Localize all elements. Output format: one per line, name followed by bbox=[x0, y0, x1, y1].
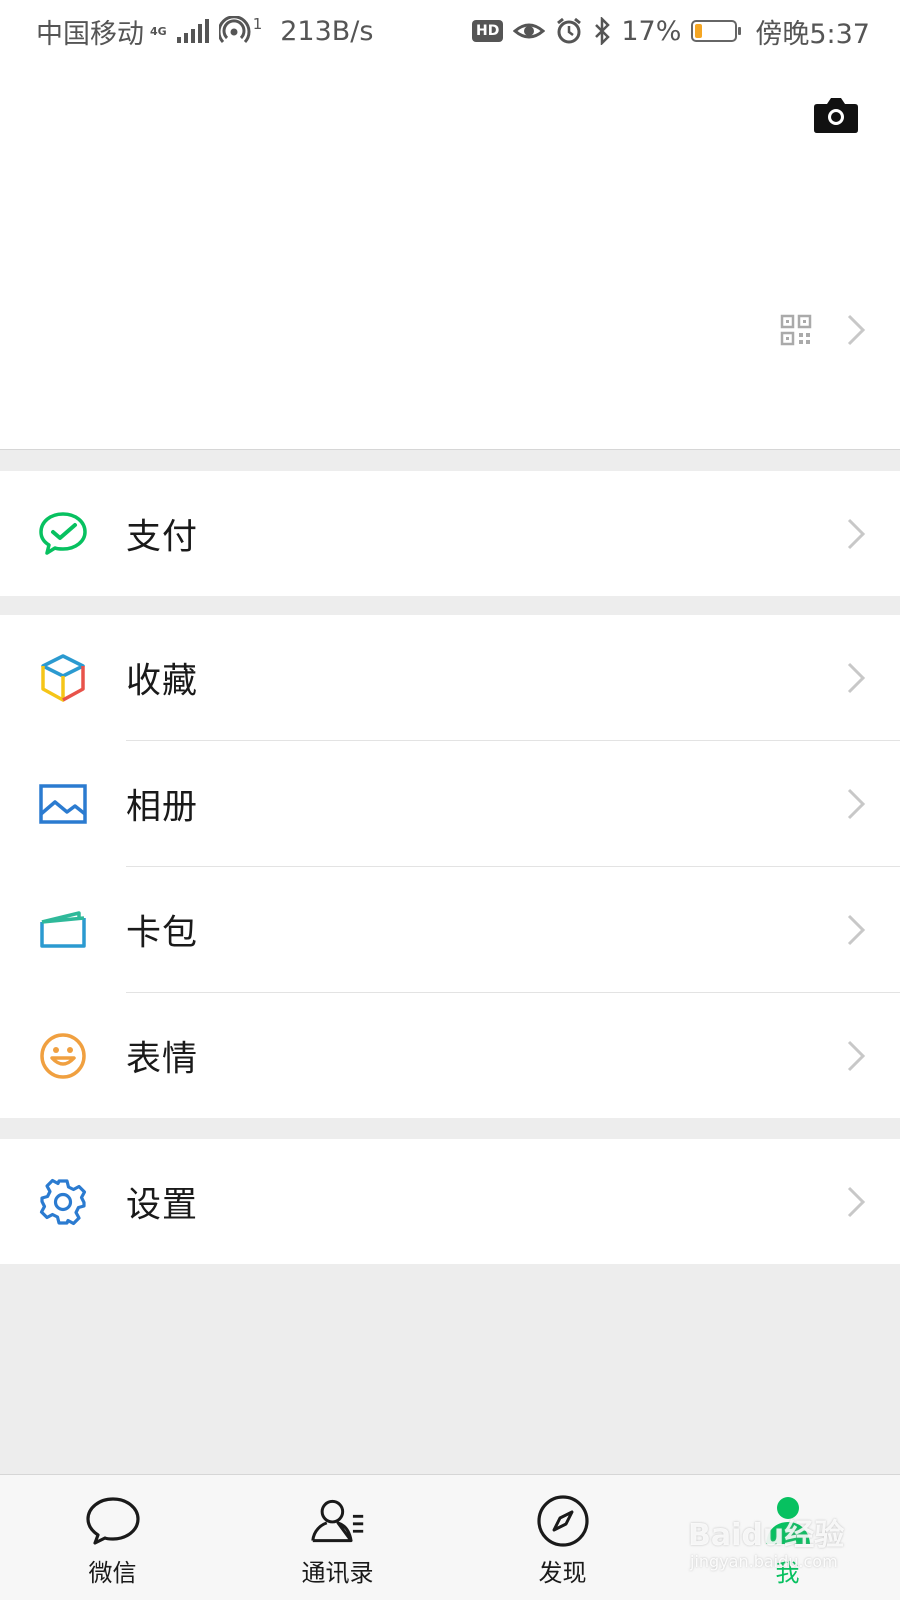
menu-label-settings: 设置 bbox=[126, 1185, 199, 1225]
battery-percent: 17% bbox=[621, 15, 682, 47]
alarm-icon bbox=[557, 17, 582, 44]
tab-chats[interactable]: 微信 bbox=[0, 1475, 225, 1600]
chevron-right-icon bbox=[847, 314, 866, 346]
menu-label-cards: 卡包 bbox=[126, 913, 199, 953]
profile-header[interactable] bbox=[0, 62, 900, 450]
status-bar-right: HD 17% 傍晚5:37 bbox=[472, 12, 870, 51]
chevron-right-icon bbox=[847, 662, 866, 693]
menu-item-stickers[interactable]: 表情 bbox=[0, 993, 900, 1118]
contacts-icon bbox=[310, 1495, 366, 1547]
camera-icon bbox=[814, 98, 858, 133]
chat-bubble-icon bbox=[85, 1495, 141, 1547]
network-type: 4G bbox=[150, 24, 167, 38]
cube-icon bbox=[38, 653, 88, 703]
menu-label-pay: 支付 bbox=[126, 517, 199, 557]
menu-item-favorites[interactable]: 收藏 bbox=[0, 615, 900, 740]
tab-label-chats: 微信 bbox=[88, 1559, 137, 1587]
chevron-right-icon bbox=[847, 1040, 866, 1071]
status-bar: 中国移动 4G 1 213B/s HD 17% 傍晚5:37 bbox=[0, 0, 900, 62]
hd-badge: HD bbox=[472, 20, 504, 42]
camera-button[interactable] bbox=[812, 94, 860, 136]
chevron-right-icon bbox=[847, 1186, 866, 1217]
tab-discover[interactable]: 发现 bbox=[450, 1475, 675, 1600]
person-icon bbox=[760, 1495, 816, 1547]
menu-item-album[interactable]: 相册 bbox=[0, 741, 900, 866]
bottom-tab-bar: 微信 通讯录 发现 我 bbox=[0, 1474, 900, 1600]
content-section: 收藏 相册 卡包 表情 bbox=[0, 615, 900, 1118]
bluetooth-icon bbox=[595, 17, 611, 45]
wechat-pay-icon bbox=[38, 509, 88, 559]
eye-icon bbox=[513, 23, 546, 39]
status-bar-left: 中国移动 4G 1 213B/s bbox=[36, 12, 373, 51]
pay-section: 支付 bbox=[0, 471, 900, 596]
chevron-right-icon bbox=[847, 518, 866, 549]
menu-item-pay[interactable]: 支付 bbox=[0, 471, 900, 596]
smiley-icon bbox=[38, 1031, 88, 1081]
menu-label-favorites: 收藏 bbox=[126, 661, 199, 701]
chevron-right-icon bbox=[847, 914, 866, 945]
network-speed: 213B/s bbox=[280, 15, 374, 47]
battery-icon bbox=[691, 20, 742, 42]
carrier-name: 中国移动 bbox=[36, 18, 144, 50]
picture-icon bbox=[38, 779, 88, 829]
menu-item-cards[interactable]: 卡包 bbox=[0, 867, 900, 992]
wallet-icon bbox=[38, 905, 88, 955]
compass-icon bbox=[535, 1495, 591, 1547]
menu-item-settings[interactable]: 设置 bbox=[0, 1139, 900, 1264]
tab-label-discover: 发现 bbox=[538, 1559, 587, 1587]
settings-section: 设置 bbox=[0, 1139, 900, 1264]
clock: 傍晚5:37 bbox=[755, 18, 870, 50]
signal-icon bbox=[176, 19, 209, 43]
tab-contacts[interactable]: 通讯录 bbox=[225, 1475, 450, 1600]
hotspot-count: 1 bbox=[252, 15, 263, 33]
hotspot-icon bbox=[218, 16, 251, 44]
tab-label-me: 我 bbox=[775, 1559, 800, 1587]
chevron-right-icon bbox=[847, 788, 866, 819]
gear-icon bbox=[38, 1177, 88, 1227]
tab-me[interactable]: 我 bbox=[675, 1475, 900, 1600]
qr-code-icon[interactable] bbox=[780, 314, 812, 346]
battery-level bbox=[695, 24, 702, 38]
tab-label-contacts: 通讯录 bbox=[301, 1559, 374, 1587]
menu-label-stickers: 表情 bbox=[126, 1039, 199, 1079]
menu-label-album: 相册 bbox=[126, 787, 199, 827]
